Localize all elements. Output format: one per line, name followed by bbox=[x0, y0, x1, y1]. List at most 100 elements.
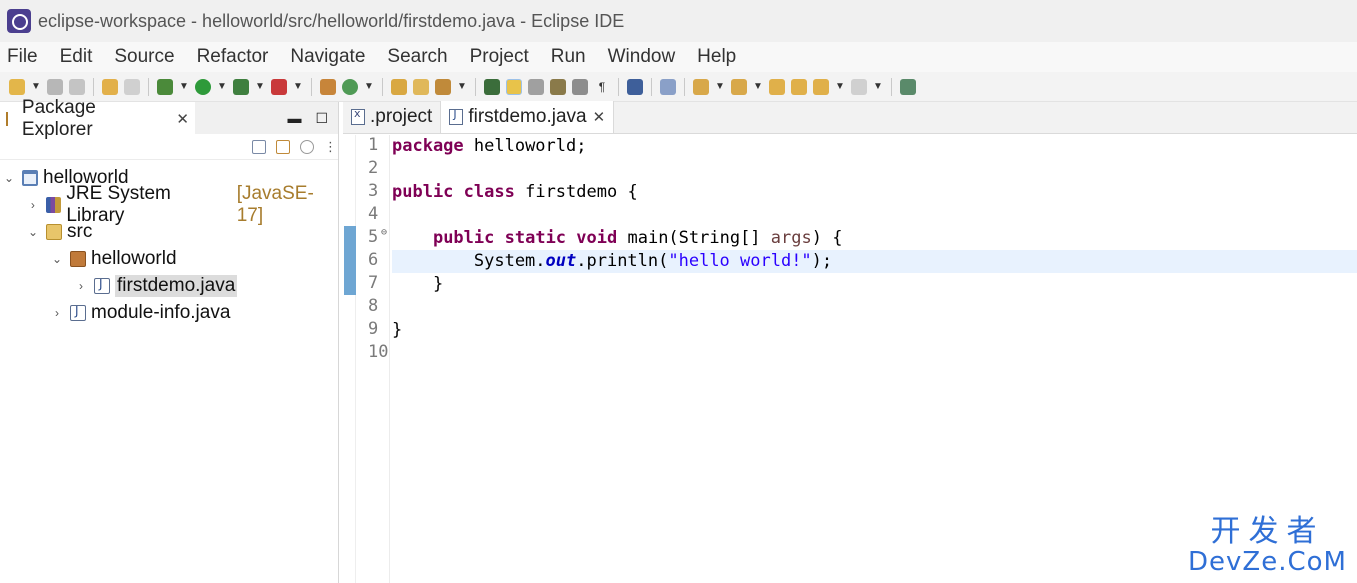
back-icon[interactable] bbox=[813, 78, 829, 95]
code-line-3: public class firstdemo { bbox=[392, 181, 1357, 204]
code-line-6-current: System.out.println("hello world!"); bbox=[392, 250, 1357, 273]
new-icon[interactable] bbox=[9, 78, 25, 95]
java-file-icon bbox=[94, 277, 110, 294]
menu-navigate[interactable]: Navigate bbox=[290, 46, 365, 68]
forward-dropdown-icon[interactable]: ▼ bbox=[873, 79, 883, 95]
firstdemo-label: firstdemo.java bbox=[115, 274, 238, 297]
java-file-icon bbox=[449, 108, 464, 125]
new-class-icon[interactable] bbox=[342, 78, 358, 95]
next-annotation-icon[interactable] bbox=[693, 78, 709, 95]
line-number: 1 bbox=[368, 135, 379, 155]
module-info-label: module-info.java bbox=[91, 301, 231, 323]
next-annotation-dropdown-icon[interactable]: ▼ bbox=[715, 79, 725, 95]
search-tool-icon[interactable] bbox=[435, 78, 451, 95]
watermark-top: 开发者 bbox=[1210, 514, 1325, 549]
package-explorer-view: Package Explorer ✕ ▬ ☐ ⋮ ⌄ helloworld › … bbox=[0, 97, 339, 583]
code-line-5: public static void main(String[] args) { bbox=[392, 227, 1357, 250]
open-type-icon[interactable] bbox=[391, 78, 407, 95]
tab-project-label: .project bbox=[370, 106, 433, 127]
menu-help[interactable]: Help bbox=[697, 46, 736, 68]
maximize-icon[interactable]: ☐ bbox=[315, 110, 328, 127]
save-all-icon[interactable] bbox=[69, 78, 85, 95]
line-number: 9 bbox=[368, 319, 379, 339]
external-tools-icon[interactable] bbox=[271, 78, 287, 95]
minimize-icon[interactable]: ▬ bbox=[287, 110, 301, 126]
link-with-editor-icon[interactable] bbox=[276, 139, 290, 154]
toolbar-separator bbox=[891, 77, 892, 96]
toolbar-separator bbox=[651, 77, 652, 96]
run-dropdown-icon[interactable]: ▼ bbox=[217, 79, 227, 95]
close-icon[interactable]: ✕ bbox=[176, 110, 189, 128]
tree-item-jre[interactable]: › JRE System Library [JavaSE-17] bbox=[0, 183, 338, 226]
open-folder-icon[interactable] bbox=[413, 78, 429, 95]
menu-project[interactable]: Project bbox=[470, 46, 529, 68]
java-project-icon bbox=[22, 169, 38, 186]
tree-item-firstdemo[interactable]: › firstdemo.java bbox=[0, 272, 338, 299]
chevron-down-icon[interactable]: ⌄ bbox=[26, 225, 40, 239]
coverage-dropdown-icon[interactable]: ▼ bbox=[255, 79, 265, 95]
console-icon[interactable] bbox=[627, 78, 643, 95]
focus-icon[interactable] bbox=[300, 139, 314, 154]
forward-icon[interactable] bbox=[851, 78, 867, 95]
previous-annotation-icon[interactable] bbox=[731, 78, 747, 95]
pilcrow-icon[interactable]: ¶ bbox=[594, 79, 610, 95]
search-dropdown-icon[interactable]: ▼ bbox=[457, 79, 467, 95]
java-file-icon bbox=[70, 304, 86, 321]
redo-icon[interactable] bbox=[124, 78, 140, 95]
word-wrap-icon[interactable] bbox=[550, 78, 566, 95]
keyword: public bbox=[432, 228, 495, 248]
toolbar-separator bbox=[148, 77, 149, 96]
open-perspective-icon[interactable] bbox=[900, 78, 916, 95]
run-icon[interactable] bbox=[195, 78, 211, 95]
chevron-right-icon[interactable]: › bbox=[26, 198, 40, 212]
line-number: 2 bbox=[368, 158, 379, 178]
last-edit-location-icon[interactable] bbox=[769, 78, 785, 95]
fold-collapse-icon[interactable]: ⊖ bbox=[381, 227, 387, 238]
line-number: 3 bbox=[368, 181, 379, 201]
save-icon[interactable] bbox=[47, 78, 63, 95]
tab-firstdemo-label: firstdemo.java bbox=[468, 106, 587, 127]
show-whitespace-icon[interactable] bbox=[572, 78, 588, 95]
editor-area: .project firstdemo.java ✕ 1 2 3 4 5⊖ 6 7… bbox=[343, 101, 1357, 583]
tree-item-package[interactable]: ⌄ helloworld bbox=[0, 245, 338, 272]
new-dropdown-icon[interactable]: ▼ bbox=[31, 79, 41, 95]
external-tools-dropdown-icon[interactable]: ▼ bbox=[293, 79, 303, 95]
new-class-dropdown-icon[interactable]: ▼ bbox=[364, 79, 374, 95]
back-dropdown-icon[interactable]: ▼ bbox=[835, 79, 845, 95]
tree-item-src[interactable]: ⌄ src bbox=[0, 218, 338, 245]
tab-project-file[interactable]: .project bbox=[343, 101, 440, 133]
tree-item-module-info[interactable]: › module-info.java bbox=[0, 299, 338, 326]
coverage-icon[interactable] bbox=[233, 78, 249, 95]
line-number: 6 bbox=[368, 250, 379, 270]
menu-search[interactable]: Search bbox=[387, 46, 447, 68]
menu-run[interactable]: Run bbox=[551, 46, 586, 68]
debug-icon[interactable] bbox=[157, 78, 173, 95]
menu-refactor[interactable]: Refactor bbox=[197, 46, 269, 68]
new-package-icon[interactable] bbox=[320, 78, 336, 95]
close-icon[interactable]: ✕ bbox=[593, 108, 606, 126]
forward-history-icon[interactable] bbox=[791, 78, 807, 95]
menu-file[interactable]: File bbox=[7, 46, 38, 68]
tab-package-explorer[interactable]: Package Explorer ✕ bbox=[0, 97, 195, 140]
code-token: main(String[] bbox=[617, 228, 771, 248]
debug-dropdown-icon[interactable]: ▼ bbox=[179, 79, 189, 95]
undo-icon[interactable] bbox=[102, 78, 118, 95]
chevron-down-icon[interactable]: ⌄ bbox=[2, 171, 16, 185]
toggle-breadcrumb-icon[interactable] bbox=[484, 78, 500, 95]
view-menu-icon[interactable]: ⋮ bbox=[324, 139, 337, 154]
menu-edit[interactable]: Edit bbox=[60, 46, 93, 68]
code-text[interactable]: package helloworld; public class firstde… bbox=[392, 135, 1357, 365]
tab-firstdemo[interactable]: firstdemo.java ✕ bbox=[440, 101, 615, 133]
skip-breakpoints-icon[interactable] bbox=[660, 78, 676, 95]
keyword: void bbox=[576, 228, 618, 248]
mark-occurrences-icon[interactable] bbox=[506, 78, 522, 95]
window-title: eclipse-workspace - helloworld/src/hello… bbox=[38, 10, 625, 31]
collapse-all-icon[interactable] bbox=[252, 139, 266, 154]
previous-annotation-dropdown-icon[interactable]: ▼ bbox=[753, 79, 763, 95]
chevron-right-icon[interactable]: › bbox=[50, 306, 64, 320]
chevron-down-icon[interactable]: ⌄ bbox=[50, 252, 64, 266]
menu-source[interactable]: Source bbox=[114, 46, 174, 68]
block-selection-icon[interactable] bbox=[528, 78, 544, 95]
menu-window[interactable]: Window bbox=[608, 46, 676, 68]
chevron-right-icon[interactable]: › bbox=[74, 279, 88, 293]
